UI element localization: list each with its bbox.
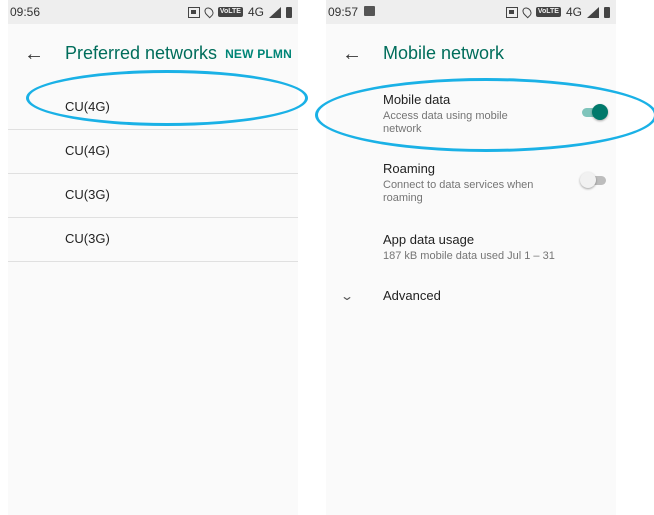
network-label: CU(4G)	[65, 143, 110, 158]
network-label: CU(3G)	[65, 187, 110, 202]
sim-icon	[187, 6, 200, 18]
location-icon	[520, 5, 534, 19]
preferred-networks-screen: 09:56 VoLTE 4G ← Preferred networks NEW …	[8, 0, 298, 515]
mobile-network-screen: 09:57 VoLTE 4G ← Mobile network Mobile d…	[326, 0, 616, 515]
mobile-data-summary: Access data using mobile network	[383, 110, 508, 135]
network-label: CU(3G)	[65, 231, 110, 246]
battery-icon	[604, 6, 610, 18]
network-item[interactable]: CU(4G)	[8, 130, 298, 174]
advanced-label: Advanced	[383, 288, 441, 303]
arrow-back-icon[interactable]: ←	[342, 44, 362, 64]
network-item[interactable]: CU(4G)	[8, 86, 298, 130]
network-item[interactable]: CU(3G)	[8, 174, 298, 218]
page-title: Preferred networks	[65, 43, 218, 63]
roaming-toggle[interactable]	[580, 169, 608, 191]
roaming-title: Roaming	[383, 161, 436, 176]
roaming-setting[interactable]: Roaming Connect to data services when ro…	[326, 152, 616, 222]
advanced-setting[interactable]: ⌄ Advanced	[326, 279, 616, 323]
status-bar: 09:57 VoLTE 4G	[326, 0, 616, 24]
chevron-down-icon: ⌄	[339, 289, 355, 303]
page-title: Mobile network	[383, 43, 505, 63]
signal-icon	[587, 6, 599, 18]
network-type: 4G	[247, 5, 264, 19]
app-bar: ← Mobile network	[326, 24, 616, 86]
volte-badge: VoLTE	[535, 7, 561, 17]
app-data-usage-setting[interactable]: App data usage 187 kB mobile data used J…	[326, 222, 616, 279]
signal-icon	[269, 6, 281, 18]
sim-icon	[505, 6, 518, 18]
mobile-data-title: Mobile data	[383, 92, 451, 107]
location-icon	[202, 5, 216, 19]
status-time: 09:57	[328, 5, 359, 19]
app-bar: ← Preferred networks NEW PLMN	[8, 24, 298, 86]
network-list: CU(4G) CU(4G) CU(3G) CU(3G)	[8, 86, 298, 262]
app-data-usage-summary: 187 kB mobile data used Jul 1 – 31	[383, 250, 555, 262]
app-data-usage-title: App data usage	[383, 232, 475, 247]
image-notification-icon	[364, 6, 375, 16]
status-bar: 09:56 VoLTE 4G	[8, 0, 298, 24]
volte-badge: VoLTE	[217, 7, 243, 17]
network-label: CU(4G)	[65, 99, 110, 114]
status-time: 09:56	[10, 5, 41, 19]
mobile-data-toggle[interactable]	[580, 101, 608, 123]
battery-icon	[286, 6, 292, 18]
roaming-summary: Connect to data services when roaming	[383, 179, 534, 204]
network-item[interactable]: CU(3G)	[8, 218, 298, 262]
mobile-data-setting[interactable]: Mobile data Access data using mobile net…	[326, 86, 616, 152]
network-type: 4G	[565, 5, 582, 19]
arrow-back-icon[interactable]: ←	[24, 44, 44, 64]
new-plmn-button[interactable]: NEW PLMN	[225, 47, 292, 61]
